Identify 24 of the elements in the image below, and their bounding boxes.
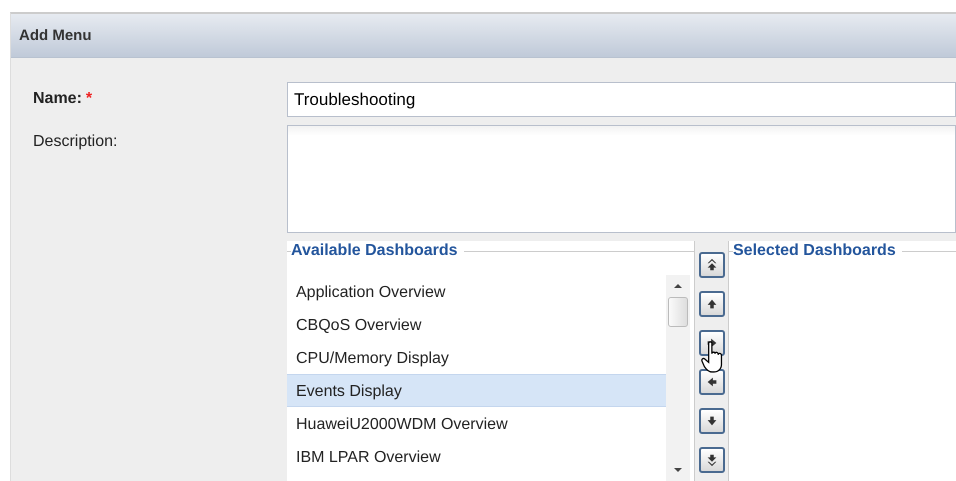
move-left-button[interactable] [698, 369, 724, 395]
description-label: Description: [33, 133, 118, 151]
scroll-up-icon[interactable] [673, 283, 683, 289]
scroll-down-icon[interactable] [673, 467, 683, 473]
name-field[interactable]: Troubleshooting [287, 82, 956, 117]
list-item[interactable]: Events Display [287, 374, 666, 407]
name-label: Name: [33, 90, 82, 108]
move-down-button[interactable] [698, 408, 724, 434]
list-item[interactable]: CPU/Memory Display [287, 341, 666, 374]
move-bottom-button[interactable] [698, 447, 724, 473]
required-mark: * [86, 90, 92, 108]
double-arrow-up-icon [704, 258, 718, 272]
panel-title: Add Menu [19, 27, 92, 44]
description-field[interactable] [287, 125, 956, 233]
list-item[interactable]: CBQoS Overview [287, 308, 666, 341]
arrow-down-icon [704, 414, 718, 428]
move-up-button[interactable] [698, 291, 724, 317]
list-item[interactable]: Application Overview [287, 275, 666, 308]
list-item[interactable]: IBM LPAR Overview [287, 440, 666, 473]
scrollbar-thumb[interactable] [668, 297, 688, 327]
arrow-up-icon [704, 297, 718, 311]
scrollbar[interactable] [666, 275, 690, 481]
list-item[interactable]: HuaweiU2000WDM Overview [287, 407, 666, 440]
move-top-button[interactable] [698, 252, 724, 278]
